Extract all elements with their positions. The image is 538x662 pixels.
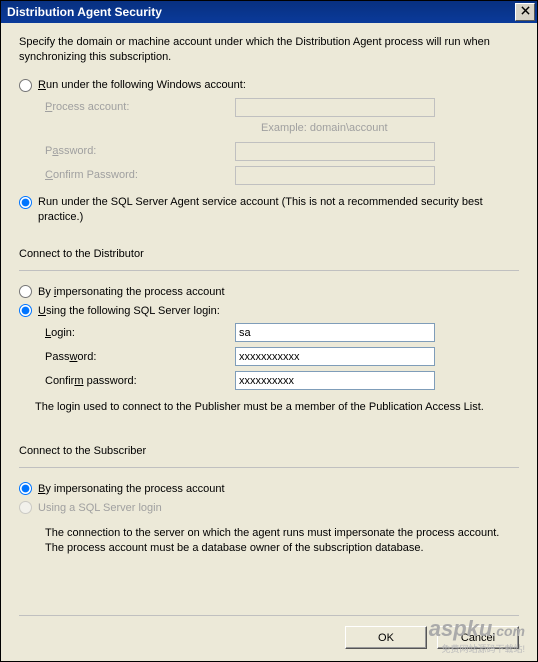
process-account-input (235, 98, 435, 117)
titlebar: Distribution Agent Security (1, 1, 537, 23)
dist-login-label: Login: (45, 327, 235, 339)
win-password-input (235, 142, 435, 161)
win-confirm-input (235, 166, 435, 185)
radio-dist-impersonate-input[interactable] (19, 285, 32, 298)
distributor-note: The login used to connect to the Publish… (35, 400, 519, 415)
cancel-button[interactable]: Cancel (437, 626, 519, 649)
radio-sub-impersonate-input[interactable] (19, 482, 32, 495)
radio-dist-sqllogin[interactable]: Using the following SQL Server login: (19, 304, 519, 317)
intro-text: Specify the domain or machine account un… (19, 35, 519, 65)
divider (19, 615, 519, 616)
radio-sub-impersonate-label: By impersonating the process account (38, 483, 225, 495)
win-password-label: Password: (45, 145, 235, 157)
close-button[interactable] (515, 3, 535, 21)
radio-dist-impersonate-label: By impersonating the process account (38, 286, 225, 298)
dist-confirm-label: Confirm password: (45, 375, 235, 387)
radio-sub-sqllogin-input (19, 501, 32, 514)
radio-sub-sqllogin: Using a SQL Server login (19, 501, 519, 514)
radio-run-sqlagent-label: Run under the SQL Server Agent service a… (38, 195, 519, 225)
divider (19, 270, 519, 271)
dist-login-input[interactable] (235, 323, 435, 342)
subscriber-heading: Connect to the Subscriber (19, 445, 519, 457)
radio-dist-impersonate[interactable]: By impersonating the process account (19, 285, 519, 298)
dialog-content: Specify the domain or machine account un… (1, 23, 537, 556)
process-account-label: Process account: (45, 101, 235, 113)
example-text: Example: domain\account (261, 122, 519, 134)
window-title: Distribution Agent Security (7, 5, 162, 19)
dist-confirm-input[interactable] (235, 371, 435, 390)
ok-button[interactable]: OK (345, 626, 427, 649)
distributor-login-fields: Login: Password: Confirm password: (45, 323, 519, 390)
dist-password-label: Password: (45, 351, 235, 363)
win-confirm-label: Confirm Password: (45, 169, 235, 181)
radio-sub-impersonate[interactable]: By impersonating the process account (19, 482, 519, 495)
dist-password-input[interactable] (235, 347, 435, 366)
radio-run-windows-input[interactable] (19, 79, 32, 92)
radio-run-sqlagent[interactable]: Run under the SQL Server Agent service a… (19, 195, 519, 225)
radio-run-windows-label: Run under the following Windows account: (38, 79, 246, 91)
subscriber-note: The connection to the server on which th… (45, 526, 519, 556)
radio-sub-sqllogin-label: Using a SQL Server login (38, 502, 162, 514)
radio-run-sqlagent-input[interactable] (19, 196, 32, 209)
windows-account-fields: Process account: Example: domain\account… (45, 98, 519, 185)
radio-dist-sqllogin-label: Using the following SQL Server login: (38, 305, 220, 317)
button-row: OK Cancel (1, 610, 537, 650)
divider (19, 467, 519, 468)
radio-dist-sqllogin-input[interactable] (19, 304, 32, 317)
distributor-heading: Connect to the Distributor (19, 248, 519, 260)
radio-run-windows[interactable]: Run under the following Windows account: (19, 79, 519, 92)
dialog-window: Distribution Agent Security Specify the … (0, 0, 538, 662)
close-icon (521, 6, 530, 18)
